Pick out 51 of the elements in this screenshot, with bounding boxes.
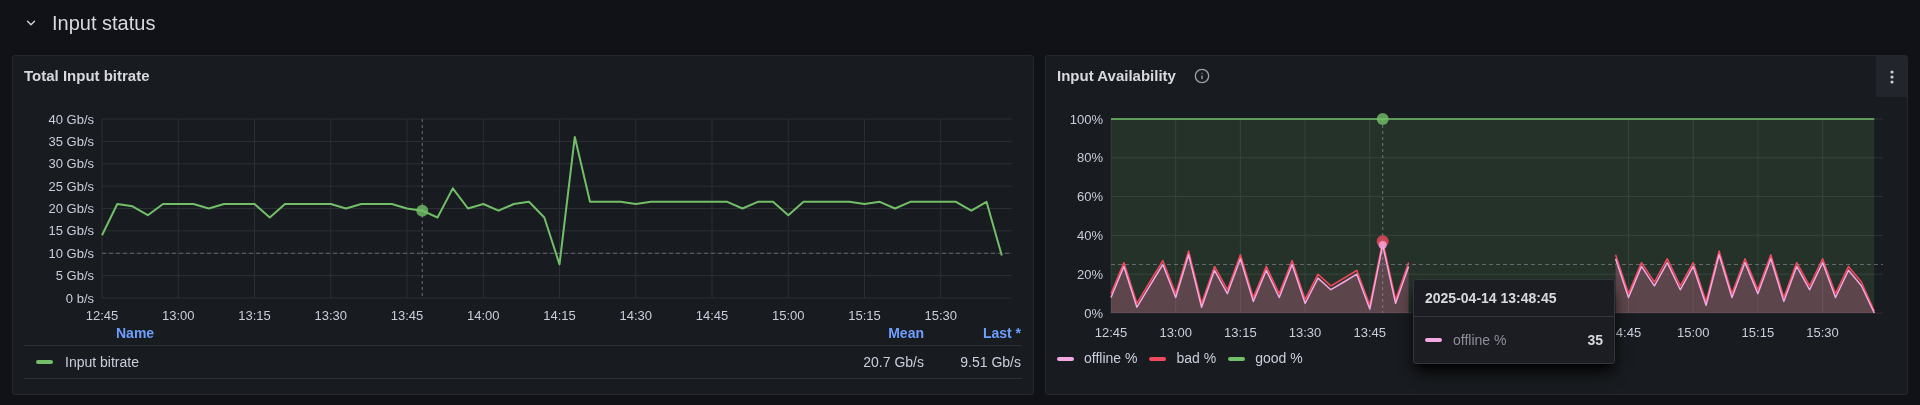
axis-label: 14:15	[543, 308, 576, 323]
table-cell-text: 20.7 Gb/s	[862, 352, 924, 372]
tooltip-title: 2025-04-14 13:48:45	[1425, 288, 1557, 308]
axis-label: 13:00	[162, 308, 195, 323]
section-title: Input status	[52, 11, 156, 36]
axis-label: 12:45	[1094, 325, 1128, 340]
axis-label: 25 Gb/s	[48, 178, 94, 194]
axis-label: 80%	[1076, 150, 1103, 166]
axis-label: 15:00	[1676, 325, 1710, 340]
axis-label: 0 b/s	[65, 290, 94, 306]
panel-title: Total Input bitrate	[24, 65, 150, 86]
axis-label: 60%	[1076, 189, 1103, 205]
axis-label: 14:30	[619, 308, 653, 323]
table-cell-text: 9.51 Gb/s	[959, 352, 1022, 372]
axis-label: 100%	[1069, 111, 1103, 127]
axis-label: 30 Gb/s	[48, 156, 94, 172]
legend-label[interactable]: Input bitrate	[65, 351, 139, 373]
axis-label: 13:15	[1224, 325, 1257, 340]
axis-label: 40%	[1076, 227, 1103, 243]
column-header[interactable]: Mean	[824, 323, 924, 344]
tooltip-label: offline %	[1453, 330, 1507, 350]
panel-title: Input Availability	[1057, 65, 1176, 86]
column-header[interactable]: Last *	[924, 323, 1022, 344]
axis-label: 13:30	[1288, 325, 1322, 340]
axis-label: 35 Gb/s	[48, 133, 94, 149]
axis-label: 15:15	[848, 308, 881, 323]
axis-label: 15:30	[924, 308, 958, 323]
tooltip-value: 35	[1587, 330, 1603, 350]
column-header[interactable]: Name	[116, 323, 155, 344]
axis-label: 5 Gb/s	[55, 268, 94, 284]
axis-label: 15:30	[1806, 325, 1839, 340]
axis-label: 10 Gb/s	[48, 245, 94, 261]
axis-label: 13:45	[1353, 325, 1387, 340]
axis-label: 13:00	[1159, 325, 1192, 340]
axis-label: 13:45	[390, 308, 424, 323]
axis-label: 12:45	[85, 308, 119, 323]
legend-label[interactable]: bad %	[1176, 348, 1217, 369]
axis-label: 13:15	[238, 308, 271, 323]
axis-label: 20 Gb/s	[48, 201, 94, 216]
axis-label: 15 Gb/s	[48, 223, 94, 239]
legend-label[interactable]: good %	[1255, 348, 1303, 369]
axis-label: 13:30	[314, 308, 348, 323]
axis-label: 14:00	[467, 308, 500, 323]
axis-label: 20%	[1076, 266, 1103, 282]
axis-label: 15:15	[1741, 325, 1775, 340]
axis-label: 4:45	[1615, 325, 1642, 340]
legend-label[interactable]: offline %	[1084, 348, 1138, 369]
axis-label: 15:00	[772, 308, 805, 323]
axis-label: 0%	[1084, 305, 1103, 321]
axis-label: 40 Gb/s	[48, 111, 94, 127]
axis-label: 14:45	[695, 308, 729, 323]
